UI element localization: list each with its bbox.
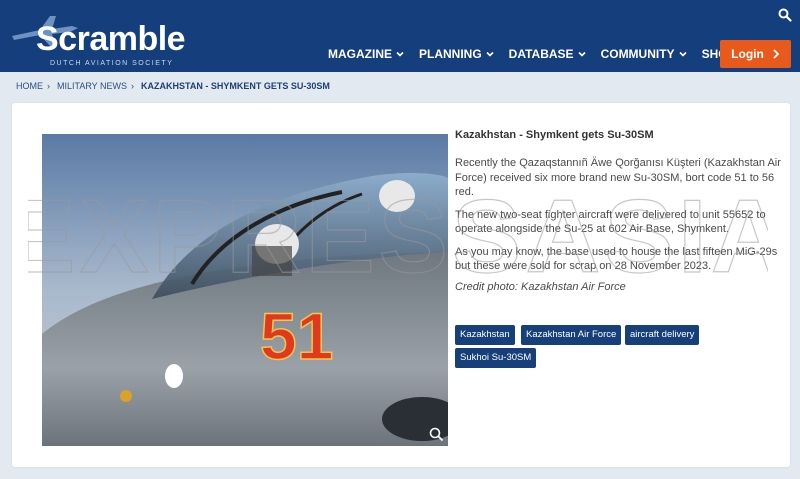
breadcrumb-current: KAZAKHSTAN - SHYMKENT GETS SU-30SM	[141, 81, 330, 91]
chevron-right-icon: ›	[131, 81, 135, 91]
nav-label: MAGAZINE	[328, 47, 392, 61]
search-icon[interactable]	[778, 8, 792, 22]
tag-sukhoi-su-30sm[interactable]: Sukhoi Su-30SM	[455, 348, 537, 368]
logo-subtitle: DUTCH AVIATION SOCIETY	[50, 60, 174, 67]
chevron-down-icon	[678, 51, 687, 57]
chevron-right-icon	[773, 49, 780, 59]
breadcrumb: HOME › MILITARY NEWS › KAZAKHSTAN - SHYM…	[16, 81, 330, 91]
tag-kazakhstan[interactable]: Kazakhstan	[455, 325, 515, 345]
site-logo[interactable]: Scramble DUTCH AVIATION SOCIETY	[10, 8, 190, 68]
nav-database[interactable]: DATABASE	[509, 46, 586, 62]
article-paragraph: Recently the Qazaqstannıñ Äwe Qorğanısı …	[455, 157, 781, 198]
login-button[interactable]: Login	[720, 40, 791, 68]
bort-code: 51	[260, 299, 333, 373]
nav-planning[interactable]: PLANNING	[419, 46, 494, 62]
site-header: Scramble DUTCH AVIATION SOCIETY MAGAZINE…	[0, 0, 800, 72]
chevron-down-icon	[396, 51, 404, 57]
article-photo[interactable]: 51	[42, 134, 448, 446]
zoom-icon[interactable]	[429, 427, 444, 442]
article-title: Kazakhstan - Shymkent gets Su-30SM	[455, 129, 654, 141]
nav-label: PLANNING	[419, 47, 482, 61]
photo-credit: Credit photo: Kazakhstan Air Force	[455, 280, 626, 293]
su-30sm-photo: 51	[42, 134, 448, 446]
chevron-down-icon	[486, 51, 494, 57]
tag-aircraft-delivery[interactable]: aircraft delivery	[625, 325, 700, 345]
tag-kazakhstan-air-force[interactable]: Kazakhstan Air Force	[521, 325, 622, 345]
nav-magazine[interactable]: MAGAZINE	[328, 46, 404, 62]
chevron-down-icon	[577, 51, 586, 57]
logo-text: Scramble	[36, 20, 186, 58]
article-paragraph: The new two-seat fighter aircraft were d…	[455, 208, 766, 236]
nav-community[interactable]: COMMUNITY	[601, 46, 687, 62]
article-body: Kazakhstan - Shymkent gets Su-30SM Recen…	[455, 128, 785, 293]
breadcrumb-military-news[interactable]: MILITARY NEWS	[57, 81, 127, 91]
main-nav: MAGAZINE PLANNING DATABASE COMMUNITY SHO…	[328, 46, 763, 62]
chevron-right-icon: ›	[47, 81, 50, 91]
login-label: Login	[731, 47, 764, 61]
nav-label: DATABASE	[508, 47, 574, 61]
nav-label: COMMUNITY	[600, 47, 675, 61]
breadcrumb-home[interactable]: HOME	[16, 81, 43, 91]
article-paragraph: As you may know, the base used to house …	[455, 245, 778, 273]
